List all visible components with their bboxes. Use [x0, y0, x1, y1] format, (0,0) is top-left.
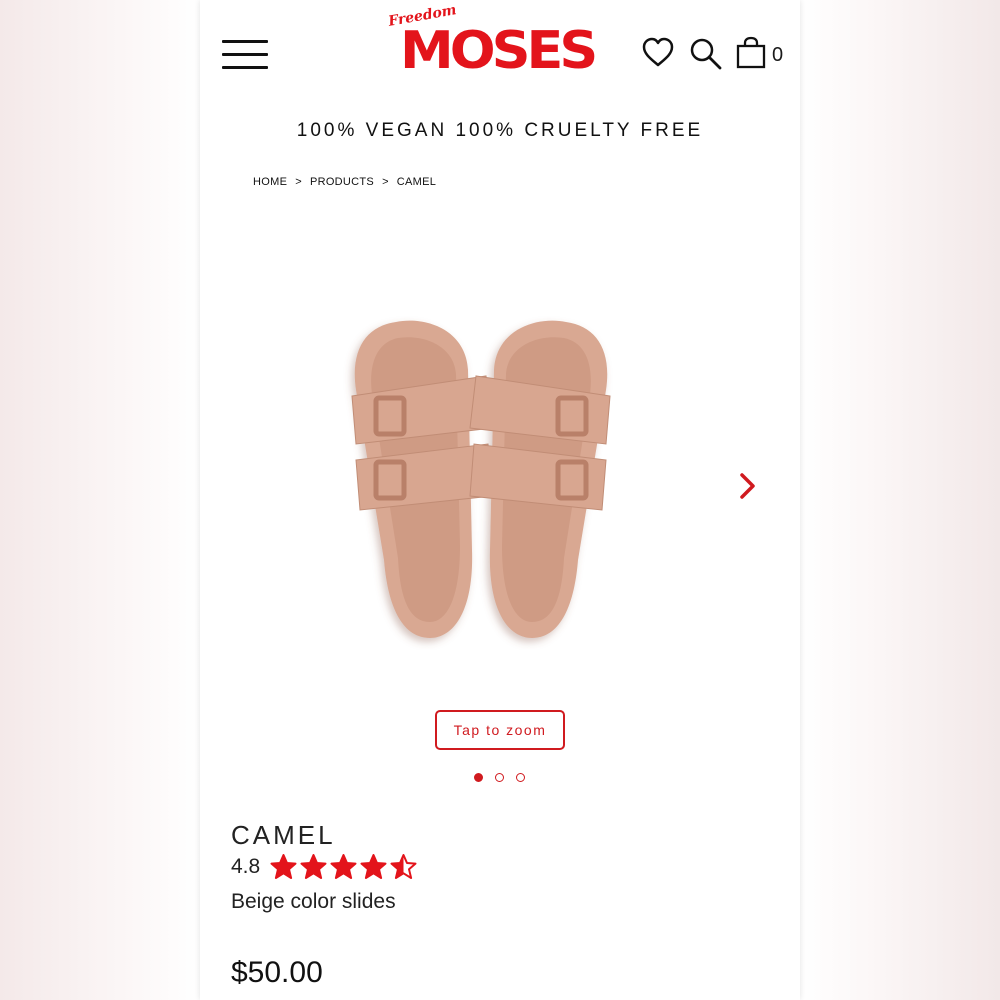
- heart-icon[interactable]: [641, 36, 675, 75]
- bag-icon[interactable]: [735, 36, 769, 75]
- breadcrumb-products[interactable]: PRODUCTS: [310, 176, 374, 188]
- tap-to-zoom-button[interactable]: Tap to zoom: [435, 710, 565, 750]
- product-title: CAMEL: [231, 820, 336, 850]
- brand-logo[interactable]: Freedom MOSES: [387, 2, 600, 82]
- breadcrumb-home[interactable]: HOME: [253, 176, 287, 188]
- carousel-dot[interactable]: [474, 773, 483, 782]
- cart-count-badge[interactable]: 0: [772, 44, 783, 67]
- star-full-icon: [300, 854, 327, 879]
- promo-tagline: 100% VEGAN 100% CRUELTY FREE: [296, 120, 704, 141]
- breadcrumb-separator: >: [382, 176, 389, 188]
- search-icon[interactable]: [688, 36, 724, 77]
- breadcrumb-current: CAMEL: [396, 176, 437, 188]
- carousel-dot[interactable]: [516, 773, 525, 782]
- product-price: $50.00: [231, 956, 323, 989]
- chevron-right-icon[interactable]: [736, 470, 760, 502]
- menu-icon[interactable]: [222, 38, 270, 72]
- mobile-page: Freedom MOSES 0 100% VEGAN 100% CRUELTY …: [200, 0, 800, 1000]
- breadcrumb-separator: >: [295, 176, 302, 188]
- product-rating[interactable]: 4.8: [231, 854, 417, 880]
- product-image[interactable]: [326, 310, 636, 650]
- breadcrumb: HOME > PRODUCTS > CAMEL: [253, 176, 436, 188]
- star-full-icon: [270, 854, 297, 879]
- star-full-icon: [330, 854, 357, 879]
- star-rating: [270, 854, 417, 880]
- product-description: Beige color slides: [231, 890, 396, 913]
- carousel-dots: [474, 773, 525, 782]
- logo-wordmark: MOSES: [400, 20, 598, 81]
- star-half-icon: [390, 854, 417, 879]
- rating-value: 4.8: [231, 855, 261, 878]
- star-full-icon: [360, 854, 387, 879]
- carousel-dot[interactable]: [495, 773, 504, 782]
